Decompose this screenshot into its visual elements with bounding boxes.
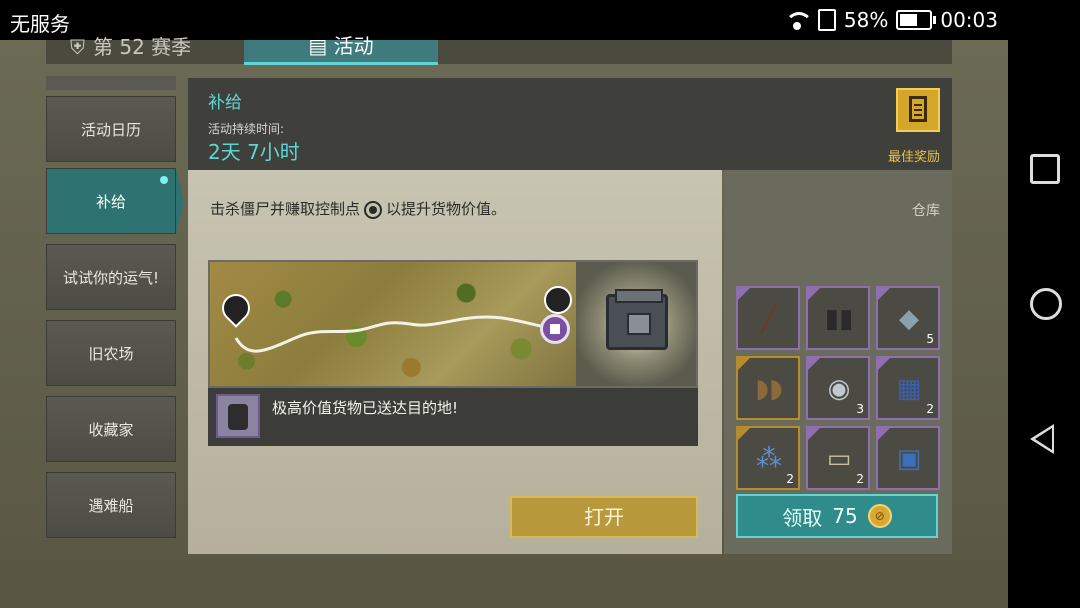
duration-value: 2天 7小时 [208, 140, 300, 164]
clipboard-icon [909, 96, 927, 122]
battery-icon [896, 10, 937, 30]
sidebar-item-label: 遇难船 [88, 496, 134, 515]
rarity-corner [878, 288, 890, 300]
storage-slot[interactable]: ▣ [876, 426, 940, 490]
best-reward-button[interactable] [896, 88, 940, 132]
sidebar-item-label: 旧农场 [88, 344, 134, 363]
circuit-board-icon: ▦ [896, 374, 922, 404]
storage-slot[interactable]: ▭ 2 [806, 426, 870, 490]
tab-season-label: 第 52 赛季 [93, 35, 192, 59]
season-icon: ⛨ [70, 35, 85, 59]
sidebar-item-calendar[interactable]: 活动日历 [46, 96, 176, 162]
shoes-icon: ◗◗ [755, 374, 783, 404]
notification-dot [160, 176, 168, 184]
open-button[interactable]: 打开 [510, 496, 698, 538]
backpack-icon [216, 394, 260, 438]
item-count: 2 [786, 472, 794, 486]
storage-slot[interactable]: ◆ 5 [876, 286, 940, 350]
tab-season[interactable]: ⛨ 第 52 赛季 [70, 35, 192, 64]
battery-percent: 58% [843, 8, 889, 32]
rarity-corner [808, 288, 820, 300]
sidebar-item-supply[interactable]: 补给 [46, 168, 184, 234]
item-count: 3 [856, 402, 864, 416]
calendar-icon: ▤ [308, 34, 328, 58]
home-icon[interactable] [1030, 288, 1062, 320]
sim-icon [817, 9, 836, 31]
event-header: 补给 活动持续时间: 2天 7小时 最佳奖励 [188, 78, 952, 170]
wifi-icon [784, 10, 813, 30]
map-image [210, 262, 576, 386]
storage-label: 仓库 [912, 203, 940, 219]
cargo-marker-icon [540, 314, 570, 344]
back-icon[interactable] [1030, 424, 1054, 454]
rifle-icon: ╱ [761, 304, 777, 334]
description-text-2: 以提升货物价值。 [386, 200, 507, 218]
carrier-label: 无服务 [10, 12, 70, 36]
storage-slot[interactable]: ◗◗ [736, 356, 800, 420]
rarity-corner [878, 358, 890, 370]
event-description: 击杀僵尸并赚取控制点 以提升货物价值。 [210, 198, 506, 219]
claim-label: 领取 [782, 505, 823, 530]
tab-activity[interactable]: ▤ 活动 [244, 36, 438, 65]
storage-slot[interactable]: ▮▮ [806, 286, 870, 350]
supply-content: 击杀僵尸并赚取控制点 以提升货物价值。 极高价值货物已送达目的地! 打开 [188, 170, 722, 554]
storage-slot[interactable]: ▦ 2 [876, 356, 940, 420]
rarity-corner [738, 358, 750, 370]
claim-button[interactable]: 领取 75 ⊘ [736, 494, 938, 538]
sidebar-item-luck[interactable]: 试试你的运气! [46, 244, 176, 310]
android-nav-bar [1008, 40, 1080, 608]
coin-icon: ⊘ [867, 504, 892, 528]
status-bar: 无服务 58% 00:03 [0, 0, 1080, 40]
destination-icon [544, 286, 572, 314]
sidebar-item-label: 试试你的运气! [62, 268, 159, 287]
item-count: 2 [926, 402, 934, 416]
sidebar-item-shipwreck[interactable]: 遇难船 [46, 472, 176, 538]
control-point-icon [364, 200, 383, 219]
boots-icon: ▮▮ [824, 304, 854, 334]
rarity-corner [808, 358, 820, 370]
storage-panel: 仓库 ╱ ▮▮ ◆ 5 ◗◗ ◉ 3 ▦ 2 ⁂ 2 ▭ 2 ▣ 领取 75 ⊘ [724, 170, 952, 554]
sidebar-item-label: 收藏家 [88, 420, 134, 439]
metal-plate-icon: ◆ [899, 304, 919, 334]
sidebar-top-edge [46, 76, 176, 90]
recent-apps-icon[interactable] [1030, 154, 1060, 184]
sidebar-item-old-farm[interactable]: 旧农场 [46, 320, 176, 386]
best-reward-label: 最佳奖励 [887, 150, 940, 165]
explosive-icon: ▭ [826, 444, 852, 474]
rarity-corner [738, 428, 750, 440]
sidebar-item-label: 活动日历 [80, 120, 141, 139]
storage-slot[interactable]: ╱ [736, 286, 800, 350]
status-right: 58% 00:03 [784, 8, 998, 32]
blueprint-icon: ▣ [896, 444, 922, 474]
rarity-corner [808, 428, 820, 440]
rarity-corner [878, 428, 890, 440]
duration-label: 活动持续时间: [208, 122, 285, 136]
lens-icon: ◉ [827, 374, 851, 404]
item-count: 2 [856, 472, 864, 486]
clock: 00:03 [940, 8, 998, 32]
storage-slot[interactable]: ⁂ 2 [736, 426, 800, 490]
sidebar-item-label: 补给 [95, 192, 126, 211]
rarity-corner [738, 288, 750, 300]
components-icon: ⁂ [756, 444, 782, 474]
tab-activity-label: 活动 [333, 34, 374, 58]
event-title: 补给 [208, 93, 242, 113]
game-screen: ⛨ 第 52 赛季 ▤ 活动 活动日历 补给 试试你的运气! 旧农场 收藏家 遇… [0, 35, 1008, 608]
route-line [234, 315, 551, 353]
claim-amount: 75 [832, 504, 858, 528]
sidebar-item-collector[interactable]: 收藏家 [46, 396, 176, 462]
description-text-1: 击杀僵尸并赚取控制点 [210, 200, 361, 218]
item-count: 5 [926, 332, 934, 346]
route-map [208, 260, 698, 388]
cargo-crate-icon [606, 289, 668, 350]
cargo-display [576, 262, 696, 386]
delivery-message-text: 极高价值货物已送达目的地! [272, 399, 459, 417]
storage-slot[interactable]: ◉ 3 [806, 356, 870, 420]
delivery-message: 极高价值货物已送达目的地! [208, 388, 698, 446]
